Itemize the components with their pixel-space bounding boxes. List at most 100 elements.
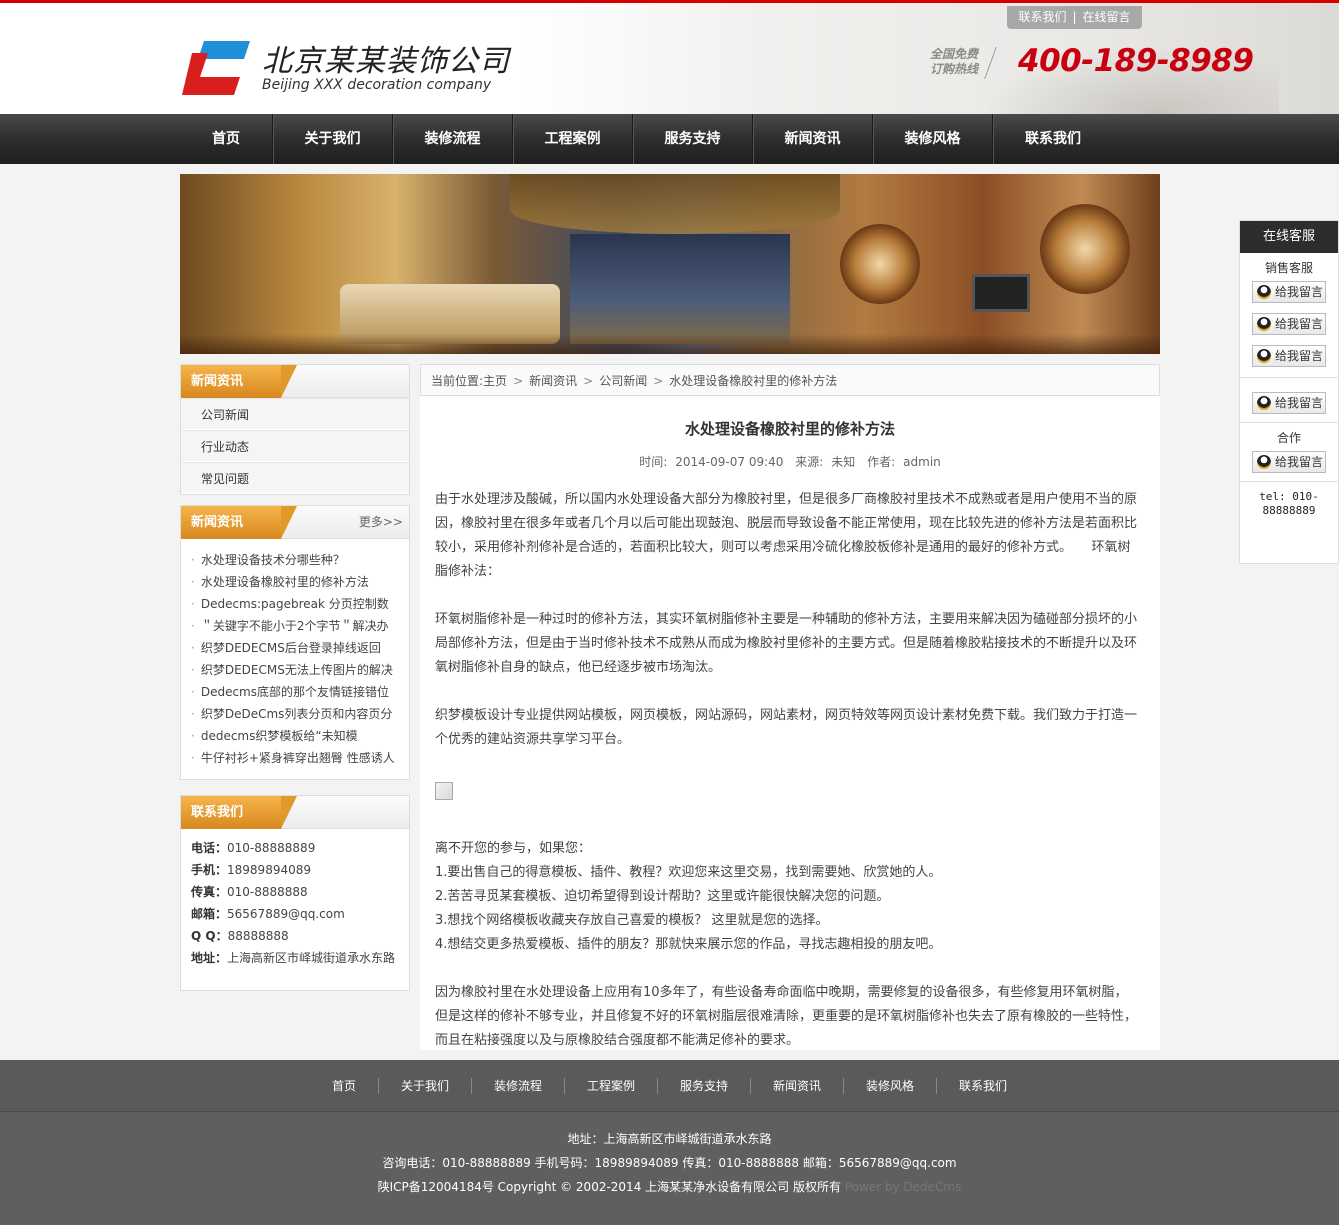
- top-link-contact[interactable]: 联系我们: [1012, 10, 1072, 24]
- article-list-item: 4.想结交更多热爱模板、插件的朋友？那就快来展示您的作品，寻找志趣相投的朋友吧。: [435, 937, 942, 952]
- footer-nav-news[interactable]: 新闻资讯: [751, 1078, 845, 1094]
- banner-tv: [972, 274, 1030, 312]
- sidebar-news-more-link[interactable]: 更多>>: [359, 506, 403, 539]
- breadcrumb: 当前位置:主页 > 新闻资讯 > 公司新闻 > 水处理设备橡胶衬里的修补方法: [420, 364, 1160, 396]
- footer-address: 地址：上海高新区市峄城街道承水东路: [567, 1132, 772, 1146]
- news-list-item[interactable]: 织梦DEDECMS无法上传图片的解决: [191, 659, 403, 681]
- contact-label: Q Q：: [191, 929, 228, 943]
- article-list-item: 2.苦苦寻觅某套模板、迫切希望得到设计帮助？这里或许能很快解决您的问题。: [435, 889, 890, 904]
- top-link-message[interactable]: 在线留言: [1077, 10, 1137, 24]
- tel-line: tel: 010-: [1259, 490, 1319, 503]
- qq-button-label: 给我留言: [1275, 349, 1324, 363]
- qq-icon: [1257, 455, 1271, 469]
- news-list-item[interactable]: dedecms织梦模板给“未知模: [191, 725, 403, 747]
- qq-icon: [1257, 285, 1271, 299]
- category-item-industry[interactable]: 行业动态: [181, 430, 409, 462]
- contact-phone: 电话：010-88888889: [191, 837, 409, 859]
- category-list: 公司新闻 行业动态 常见问题: [181, 398, 409, 494]
- nav-item-news[interactable]: 新闻资讯: [753, 114, 873, 164]
- sidebar-news: 新闻资讯 更多>> 水处理设备技术分哪些种？ 水处理设备橡胶衬里的修补方法 De…: [180, 505, 410, 780]
- footer-nav-service[interactable]: 服务支持: [658, 1078, 752, 1094]
- contact-value: 010-88888889: [227, 841, 316, 855]
- nav-item-service[interactable]: 服务支持: [633, 114, 753, 164]
- news-list-item[interactable]: 织梦DeDeCms列表分页和内容页分: [191, 703, 403, 725]
- footer-nav-about[interactable]: 关于我们: [379, 1078, 472, 1094]
- news-list-item[interactable]: ＂关键字不能小于2个字节＂解决办: [191, 615, 403, 637]
- news-list-item[interactable]: 水处理设备技术分哪些种？: [191, 549, 403, 571]
- qq-message-button[interactable]: 给我留言: [1252, 313, 1326, 335]
- news-list-item[interactable]: 水处理设备橡胶衬里的修补方法: [191, 571, 403, 593]
- banner-image: [180, 174, 1160, 354]
- breadcrumb-home[interactable]: 主页: [483, 374, 507, 388]
- contact-value: 010-8888888: [227, 885, 308, 899]
- news-list-item[interactable]: 织梦DEDECMS后台登录掉线返回: [191, 637, 403, 659]
- contact-value: 上海高新区市峄城街道承水东路: [227, 951, 396, 965]
- contact-label: 电话：: [191, 841, 228, 855]
- footer-nav-cases[interactable]: 工程案例: [565, 1078, 658, 1094]
- breadcrumb-separator: >: [583, 374, 594, 388]
- qq-message-button[interactable]: 给我留言: [1252, 392, 1326, 414]
- news-list: 水处理设备技术分哪些种？ 水处理设备橡胶衬里的修补方法 Dedecms:page…: [181, 539, 409, 769]
- article-list-intro: 离不开您的参与，如果您：: [435, 841, 592, 856]
- qq-message-button[interactable]: 给我留言: [1252, 281, 1326, 303]
- article-body: 由于水处理涉及酸碱，所以国内水处理设备大部分为橡胶衬里，但是很多厂商橡胶衬里技术…: [435, 488, 1140, 1053]
- qq-message-button[interactable]: 给我留言: [1252, 451, 1326, 473]
- footer-power-link[interactable]: Power by DedeCms: [845, 1180, 962, 1194]
- online-service-title: 在线客服: [1240, 221, 1338, 253]
- breadcrumb-separator: >: [513, 374, 524, 388]
- sidebar-contact-title: 联系我们: [181, 796, 297, 829]
- company-name[interactable]: 北京某某装饰公司: [262, 36, 510, 80]
- nav-item-contact[interactable]: 联系我们: [993, 114, 1113, 164]
- sidebar-categories-title: 新闻资讯: [181, 365, 297, 398]
- footer-nav-process[interactable]: 装修流程: [472, 1078, 565, 1094]
- online-service-panel: 在线客服 销售客服 给我留言 给我留言 给我留言 给我留言 合作 给我留言 te…: [1239, 220, 1339, 564]
- contact-fax: 传真：010-8888888: [191, 881, 409, 903]
- hotline-label-line1: 全国免费: [930, 47, 979, 61]
- article-author: admin: [903, 455, 941, 469]
- footer-copyright: 陕ICP备12004184号 Copyright © 2002-2014 上海某…: [377, 1180, 841, 1194]
- nav-item-process[interactable]: 装修流程: [393, 114, 513, 164]
- company-name-english: Beijing XXX decoration company: [262, 77, 492, 93]
- company-logo-icon[interactable]: [182, 39, 250, 95]
- qq-button-label: 给我留言: [1275, 396, 1324, 410]
- nav-item-about[interactable]: 关于我们: [273, 114, 393, 164]
- news-list-item[interactable]: Dedecms:pagebreak 分页控制数: [191, 593, 403, 615]
- news-list-item[interactable]: Dedecms底部的那个友情链接错位: [191, 681, 403, 703]
- article-list-item: 1.要出售自己的得意模板、插件、教程？欢迎您来这里交易，找到需要她、欣赏她的人。: [435, 865, 942, 880]
- sidebar-news-title: 新闻资讯: [181, 506, 297, 539]
- news-list-item[interactable]: 牛仔衬衫+紧身裤穿出翘臀 性感诱人: [191, 747, 403, 769]
- article-author-label: 作者:: [867, 455, 896, 469]
- nav-item-home[interactable]: 首页: [180, 114, 273, 164]
- banner-curtain: [510, 174, 840, 234]
- breadcrumb-news[interactable]: 新闻资讯: [529, 374, 577, 388]
- hotline-label: 全国免费 订购热线: [930, 47, 986, 77]
- footer-copyright-line: 陕ICP备12004184号 Copyright © 2002-2014 上海某…: [0, 1175, 1339, 1199]
- contact-value: 18989894089: [227, 863, 311, 877]
- category-item-faq[interactable]: 常见问题: [181, 462, 409, 494]
- article-meta: 时间: 2014-09-07 09:40 来源: 未知 作者: admin: [420, 453, 1160, 470]
- footer-nav-contact[interactable]: 联系我们: [937, 1078, 1029, 1094]
- footer-nav-styles[interactable]: 装修风格: [844, 1078, 938, 1094]
- footer-nav: 首页 关于我们 装修流程 工程案例 服务支持 新闻资讯 装修风格 联系我们: [0, 1060, 1339, 1112]
- article-time-label: 时间:: [639, 455, 668, 469]
- tel-line: 88888889: [1262, 504, 1316, 517]
- broken-image-icon: [435, 782, 453, 800]
- extra-service-group: 给我留言: [1240, 378, 1338, 414]
- contact-list: 电话：010-88888889 手机：18989894089 传真：010-88…: [181, 829, 409, 969]
- category-item-company-news[interactable]: 公司新闻: [181, 398, 409, 430]
- contact-email: 邮箱：56567889@qq.com: [191, 903, 409, 925]
- nav-item-cases[interactable]: 工程案例: [513, 114, 633, 164]
- breadcrumb-company-news[interactable]: 公司新闻: [599, 374, 647, 388]
- online-service-tel: tel: 010- 88888889: [1240, 482, 1338, 518]
- nav-item-styles[interactable]: 装修风格: [873, 114, 993, 164]
- footer-nav-home[interactable]: 首页: [310, 1078, 379, 1094]
- sidebar-categories: 新闻资讯 公司新闻 行业动态 常见问题: [180, 364, 410, 495]
- cooperation-group: 合作 给我留言: [1240, 423, 1338, 473]
- qq-message-button[interactable]: 给我留言: [1252, 345, 1326, 367]
- banner-window-cityview: [570, 234, 790, 344]
- cooperation-label: 合作: [1276, 431, 1301, 445]
- site-footer: 地址：上海高新区市峄城街道承水东路 咨询电话：010-88888889 手机号码…: [0, 1112, 1339, 1225]
- sales-service-label: 销售客服: [1264, 261, 1313, 275]
- sidebar-news-header: 新闻资讯 更多>>: [181, 506, 409, 539]
- article-list-item: 3.想找个网络模板收藏夹存放自己喜爱的模板？ 这里就是您的选择。: [435, 913, 829, 928]
